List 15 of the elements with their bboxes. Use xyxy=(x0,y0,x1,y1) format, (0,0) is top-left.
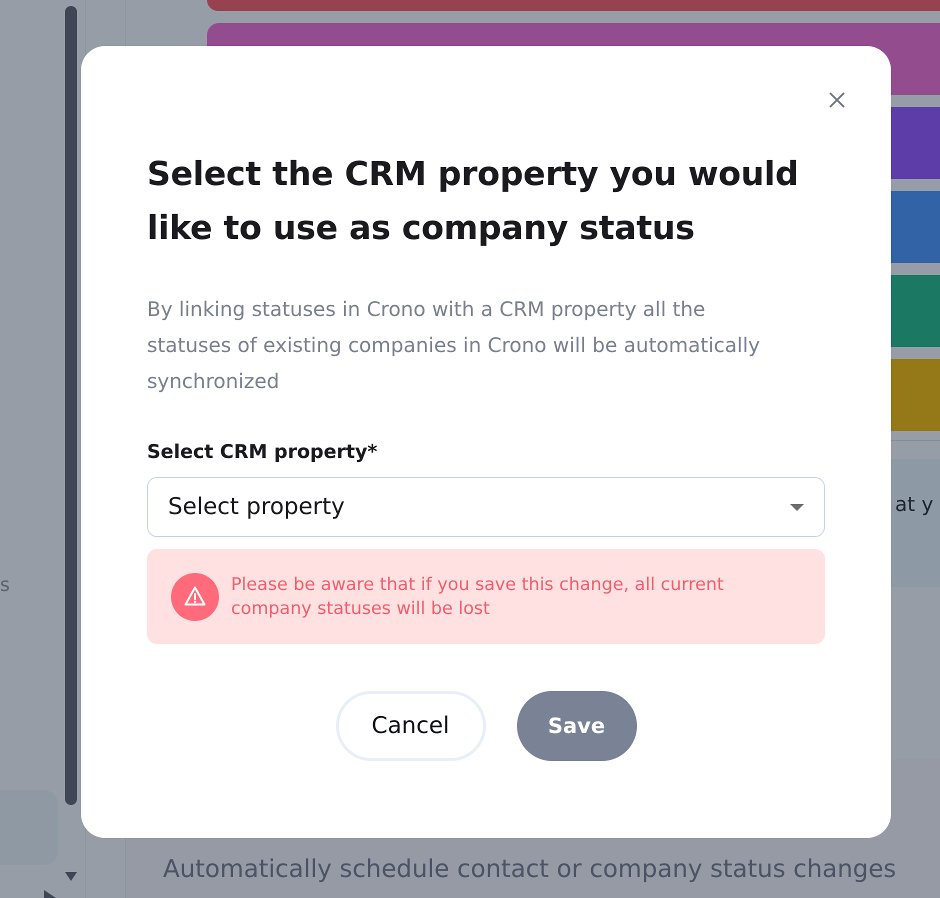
dialog-title: Select the CRM property you would like to use as company status xyxy=(147,153,800,249)
close-icon xyxy=(829,92,845,108)
scrollbar-thumb[interactable] xyxy=(64,6,77,805)
warning-icon xyxy=(171,572,219,620)
caret-icon xyxy=(790,504,804,511)
sidebar-label: s xyxy=(0,573,10,597)
field-label: Select CRM property* xyxy=(147,440,378,464)
warning-message: Please be aware that if you save this change, all current company statuses will be lost xyxy=(231,574,725,620)
property-select[interactable]: Select property xyxy=(147,477,825,537)
play-icon[interactable] xyxy=(44,890,56,898)
info-card-text: at y xyxy=(895,491,934,517)
automation-description: Automatically schedule contact or company status changes xyxy=(163,854,896,884)
cancel-button[interactable]: Cancel xyxy=(336,691,486,761)
scroll-down-icon[interactable] xyxy=(64,872,77,881)
dialog-description: By linking statuses in Crono with a CRM property all the statuses of existing companies in Crono will be automatically synchronized xyxy=(147,296,761,395)
